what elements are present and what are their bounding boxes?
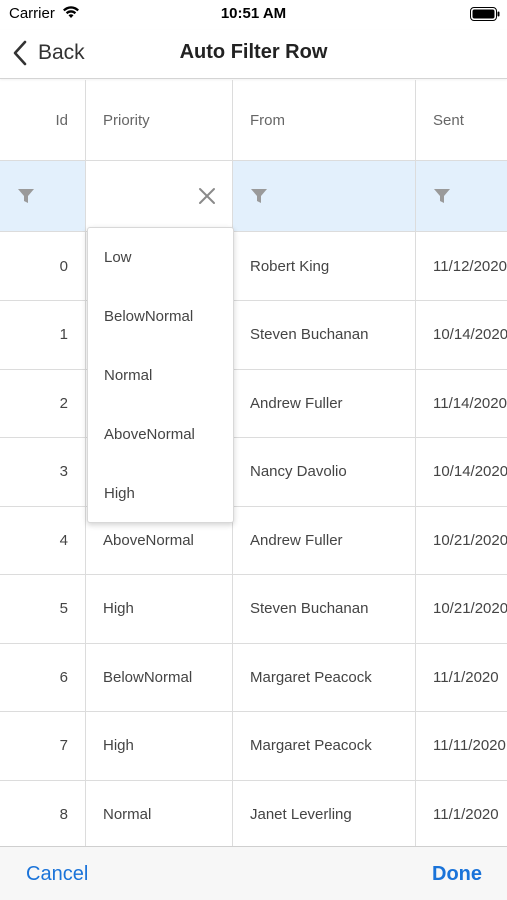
cell-sent: 11/1/2020 xyxy=(433,805,499,823)
funnel-icon xyxy=(251,189,267,203)
filter-cell-from[interactable] xyxy=(233,161,416,231)
cell-id: 8 xyxy=(0,780,86,846)
dropdown-option-normal[interactable]: Normal xyxy=(88,346,233,404)
cell-from: Margaret Peacock xyxy=(233,711,416,780)
table-row[interactable]: 6 BelowNormal Margaret Peacock 11/1/2020 xyxy=(0,643,507,712)
dropdown-option-belownormal[interactable]: BelowNormal xyxy=(88,287,233,345)
column-header-priority[interactable]: Priority xyxy=(86,80,233,160)
dropdown-option-abovenormal[interactable]: AboveNormal xyxy=(88,405,233,463)
table-row[interactable]: 0 Robert King 11/12/2020 xyxy=(0,232,507,301)
cell-id: 7 xyxy=(0,711,86,780)
cell-id: 3 xyxy=(0,437,86,506)
cell-priority: Normal xyxy=(86,780,233,846)
navigation-bar: Back Auto Filter Row xyxy=(0,30,507,79)
dropdown-option-low[interactable]: Low xyxy=(88,228,233,286)
done-button[interactable]: Done xyxy=(432,863,482,886)
filter-cell-sent[interactable] xyxy=(416,161,507,231)
cell-sent: 10/14/2020 xyxy=(433,463,507,480)
cell-id: 5 xyxy=(0,574,86,643)
funnel-icon xyxy=(18,189,34,203)
table-row[interactable]: 5 High Steven Buchanan 10/21/2020 xyxy=(0,574,507,644)
app-screen: Carrier 10:51 AM Back Auto Filter Row Id… xyxy=(0,0,507,900)
priority-filter-dropdown: Low BelowNormal Normal AboveNormal High xyxy=(87,227,234,523)
cell-sent: 11/12/2020 xyxy=(433,257,507,275)
cell-sent: 10/21/2020 xyxy=(433,600,507,617)
status-bar: Carrier 10:51 AM xyxy=(0,0,507,30)
column-header-id[interactable]: Id xyxy=(0,80,86,160)
table-row[interactable]: 7 High Margaret Peacock 11/11/2020 xyxy=(0,711,507,781)
cell-sent: 11/14/2020 xyxy=(433,394,507,412)
cell-priority: BelowNormal xyxy=(86,643,233,711)
cell-priority: High xyxy=(86,574,233,643)
cell-from: Steven Buchanan xyxy=(233,574,416,643)
column-header-sent[interactable]: Sent xyxy=(416,80,507,160)
table-row[interactable]: 4 AboveNormal Andrew Fuller 10/21/2020 xyxy=(0,506,507,575)
cancel-button[interactable]: Cancel xyxy=(26,863,88,886)
cell-from: Margaret Peacock xyxy=(233,643,416,711)
page-title: Auto Filter Row xyxy=(179,41,328,63)
cell-id: 6 xyxy=(0,643,86,711)
cell-id: 4 xyxy=(0,506,86,574)
battery-icon xyxy=(470,7,500,21)
cell-sent: 10/21/2020 xyxy=(433,531,507,549)
clock-label: 10:51 AM xyxy=(220,5,287,22)
filter-cell-id[interactable] xyxy=(0,161,86,231)
cell-id: 1 xyxy=(0,300,86,369)
cell-sent: 11/1/2020 xyxy=(433,668,499,686)
cell-priority: High xyxy=(86,711,233,780)
cell-from: Nancy Davolio xyxy=(233,437,416,506)
filter-row xyxy=(0,161,507,232)
close-icon[interactable] xyxy=(198,187,216,205)
cell-sent: 11/11/2020 xyxy=(433,737,506,754)
table-row[interactable]: 1 Steven Buchanan 10/14/2020 xyxy=(0,300,507,370)
bottom-toolbar: Cancel Done xyxy=(0,846,507,900)
dropdown-option-high[interactable]: High xyxy=(88,464,233,522)
column-header-from[interactable]: From xyxy=(233,80,416,160)
funnel-icon xyxy=(434,189,450,203)
cell-from: Steven Buchanan xyxy=(233,300,416,369)
grid-header-row: Id Priority From Sent xyxy=(0,80,507,161)
table-row[interactable]: 3 Nancy Davolio 10/14/2020 xyxy=(0,437,507,507)
table-row[interactable]: 8 Normal Janet Leverling 11/1/2020 xyxy=(0,780,507,846)
data-grid: Id Priority From Sent 0 Robert King 11/1… xyxy=(0,80,507,846)
cell-from: Robert King xyxy=(233,232,416,300)
filter-cell-priority[interactable] xyxy=(86,161,233,231)
cell-sent: 10/14/2020 xyxy=(433,326,507,343)
cell-id: 0 xyxy=(0,232,86,300)
cell-id: 2 xyxy=(0,369,86,437)
cell-from: Andrew Fuller xyxy=(233,506,416,574)
cell-from: Andrew Fuller xyxy=(233,369,416,437)
cell-from: Janet Leverling xyxy=(233,780,416,846)
table-row[interactable]: 2 Andrew Fuller 11/14/2020 xyxy=(0,369,507,438)
